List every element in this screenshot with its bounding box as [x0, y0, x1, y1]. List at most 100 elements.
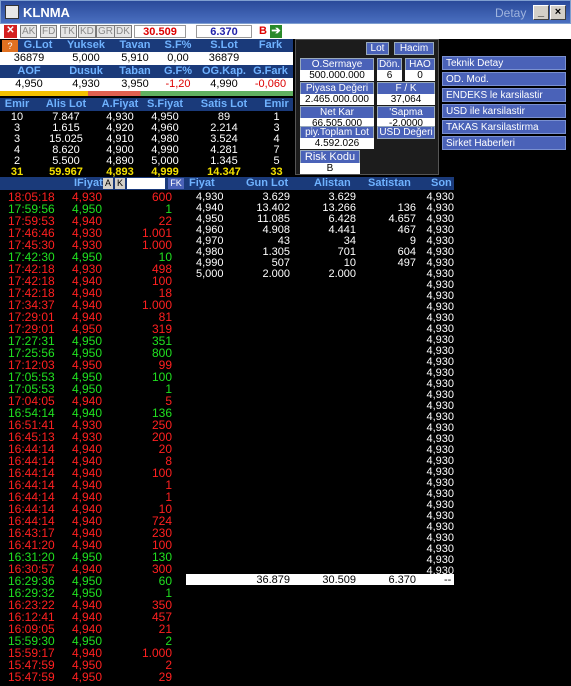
- fy-row: 5,000 2.000 2.000: [186, 268, 426, 280]
- depth-cell: 5.500: [52, 155, 80, 167]
- tb-gr-button[interactable]: GR: [96, 25, 115, 38]
- depth-cell: 3.524: [210, 133, 238, 145]
- tape-row: 17:42:18 4,940 18: [0, 286, 186, 300]
- arrow-right-icon[interactable]: ➔: [270, 25, 282, 38]
- link-haberler[interactable]: Sirket Haberleri: [442, 136, 566, 150]
- fy-row: 4,990 507 10 497: [186, 257, 426, 269]
- depth-cell: 4,999: [151, 166, 179, 178]
- tape-row: 17:05:53 4,950 100: [0, 370, 186, 384]
- tape-row: 16:44:14 4,940 1: [0, 490, 186, 504]
- tape-row: 17:27:31 4,950 351: [0, 334, 186, 348]
- trade-tape: IFiyat A K FK 18:05:18 4,930 600 17:59:56 4,…: [0, 177, 186, 686]
- summary-panel: ? G.Lot Yuksek Tavan S.F% S.Lot Fark 36879 5,0…: [0, 39, 293, 96]
- tape-row: 16:54:14 4,940 136: [0, 406, 186, 420]
- tape-k-button[interactable]: K: [115, 178, 125, 189]
- tape-row: 17:42:30 4,950 10: [0, 250, 186, 264]
- tb-kd-button[interactable]: KD: [78, 25, 96, 38]
- depth-cell: 3: [13, 133, 21, 145]
- tb-tk-button[interactable]: TK: [60, 25, 77, 38]
- link-od-mod[interactable]: OD. Mod.: [442, 72, 566, 86]
- depth-cell: 14.347: [207, 166, 241, 178]
- summary-values-2: 4,950 4,930 3,950 -1,20 4,990 -0,060: [0, 78, 293, 91]
- depth-cell: 7: [273, 144, 280, 156]
- depth-cell: 1.615: [52, 122, 80, 134]
- depth-cell: 31: [10, 166, 24, 178]
- depth-cell: 4,900: [106, 144, 134, 156]
- tb-ak-button[interactable]: AK: [20, 25, 38, 38]
- don-value: 6: [377, 70, 402, 81]
- link-usd[interactable]: USD ile karsilastir: [442, 104, 566, 118]
- fy-cell: 2.000: [262, 268, 290, 280]
- depth-cell: 89: [217, 111, 231, 123]
- tape-row: 16:44:14 4,940 100: [0, 466, 186, 480]
- depth-row: 3 15.025 4,910 4,980 3.524 4: [0, 133, 293, 145]
- tape-a-button[interactable]: A: [103, 178, 113, 189]
- depth-cell: 15.025: [49, 133, 83, 145]
- hacim-button[interactable]: Hacim: [394, 42, 434, 55]
- tape-row: 17:04:05 4,940 5: [0, 394, 186, 408]
- help-icon[interactable]: ?: [2, 40, 18, 52]
- hao-value: 0: [405, 70, 435, 81]
- depth-cell: 1.345: [210, 155, 238, 167]
- depth-cell: 5: [273, 155, 280, 167]
- toolbar: ✕ AK FD TK KD GR DK 30.509 6.370 B ➔: [0, 24, 571, 39]
- app-icon: [5, 5, 19, 19]
- tape-row: 15:59:17 4,940 1.000: [0, 646, 186, 660]
- depth-row: 4 8.620 4,900 4,990 4.281 7: [0, 144, 293, 156]
- buy-total: 6.370: [196, 25, 252, 38]
- tape-row: 16:12:41 4,940 457: [0, 610, 186, 624]
- close-button[interactable]: ×: [550, 5, 566, 20]
- usd-button[interactable]: USD Değeri: [377, 126, 435, 139]
- tape-row: 16:41:20 4,940 100: [0, 538, 186, 552]
- tape-row: 16:44:14 4,940 724: [0, 514, 186, 528]
- fy-total-son: --: [444, 574, 452, 586]
- tape-cell: 15:47:59: [8, 670, 55, 684]
- fk-value: 37,064: [377, 94, 435, 105]
- link-teknik-detay[interactable]: Teknik Detay: [442, 56, 566, 70]
- depth-row: 10 7.847 4,930 4,950 89 1: [0, 111, 293, 123]
- tape-row: 17:29:01 4,940 81: [0, 310, 186, 324]
- minimize-button[interactable]: _: [533, 5, 549, 20]
- depth-cell: 7.847: [52, 111, 80, 123]
- o-sermaye-value: 500.000.000: [300, 70, 374, 81]
- tape-row: 16:44:14 4,940 1: [0, 478, 186, 492]
- fy-total-alistan: 30.509: [322, 574, 356, 586]
- tape-row: 16:30:57 4,940 300: [0, 562, 186, 576]
- title-bar: KLNMA Detay _ ×: [0, 0, 571, 24]
- tape-row: 15:47:59 4,950 29: [0, 670, 186, 684]
- tape-row: 16:31:20 4,950 130: [0, 550, 186, 564]
- lot-button[interactable]: Lot: [366, 42, 389, 55]
- summary-values-1: 36879 5,000 5,910 0,00 36879: [0, 52, 293, 65]
- tape-fiyat-header: IFiyat: [74, 177, 103, 189]
- depth-cell: 3: [13, 122, 21, 134]
- price-volume-table: Fiyat Gun Lot Alistan Satistan Son 4,930…: [186, 177, 454, 686]
- summary-header-1: G.Lot Yuksek Tavan S.F% S.Lot Fark: [18, 39, 293, 52]
- fy-row: 4,970 43 34 9: [186, 235, 426, 247]
- tape-fk-button[interactable]: FK: [168, 178, 184, 189]
- depth-cell: 4,950: [151, 111, 179, 123]
- piy-toplam-value: 4.592.026: [300, 138, 374, 149]
- tape-filter-input[interactable]: [127, 178, 165, 189]
- fy-total-gunlot: 36.879: [256, 574, 290, 586]
- depth-cell: 2.214: [210, 122, 238, 134]
- fy-cell: 5,000: [196, 268, 224, 280]
- depth-row: 3 1.615 4,920 4,960 2.214 3: [0, 122, 293, 134]
- depth-cell: 4: [273, 133, 280, 145]
- tb-fd-button[interactable]: FD: [40, 25, 58, 38]
- tape-row: 17:12:03 4,950 99: [0, 358, 186, 372]
- link-endeks[interactable]: ENDEKS le karsilastir: [442, 88, 566, 102]
- fy-row: 4,930 3.629 3.629: [186, 191, 426, 203]
- tape-row: 17:46:46 4,930 1.001: [0, 226, 186, 240]
- tape-row: 16:51:41 4,930 250: [0, 418, 186, 432]
- close-icon[interactable]: ✕: [4, 25, 17, 38]
- risk-label: Risk Kodu: [300, 150, 360, 164]
- depth-cell: 59.967: [49, 166, 83, 178]
- depth-cell: 2: [13, 155, 21, 167]
- tape-row: 16:09:05 4,940 21: [0, 622, 186, 636]
- depth-header: Emir Alis Lot A.Fiyat S.Fiyat Satis Lot Emir: [0, 98, 293, 111]
- tb-dk-button[interactable]: DK: [114, 25, 132, 38]
- tape-row: 16:29:32 4,950 1: [0, 586, 186, 600]
- link-takas[interactable]: TAKAS Karsilastirma: [442, 120, 566, 134]
- depth-cell: 4,980: [151, 133, 179, 145]
- tape-row: 17:59:56 4,950 1: [0, 202, 186, 216]
